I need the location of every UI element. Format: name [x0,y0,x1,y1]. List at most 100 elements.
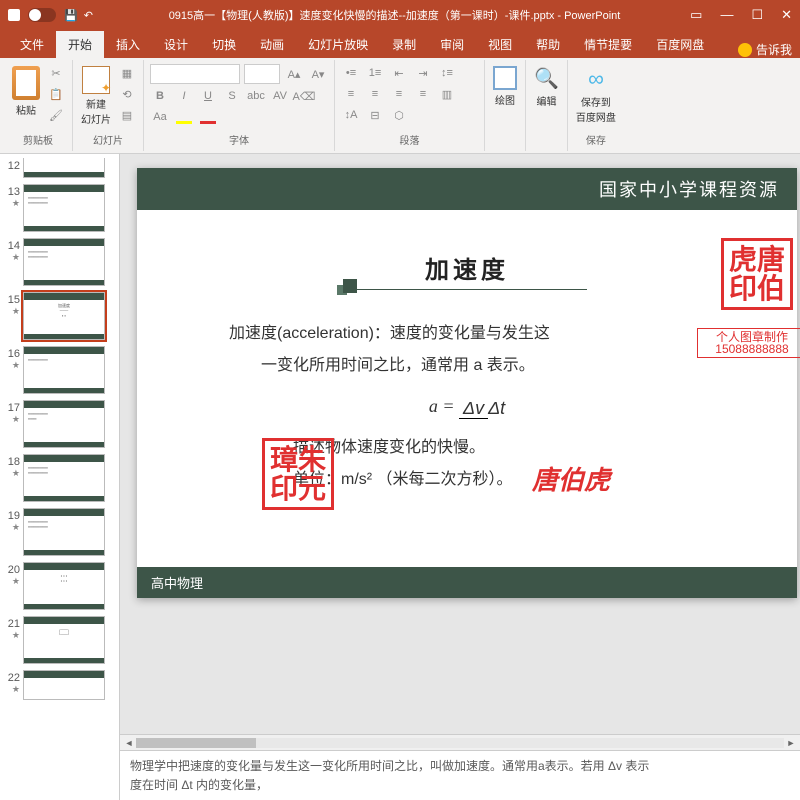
tell-me-label: 告诉我 [756,41,792,58]
tab-qingjie[interactable]: 情节提要 [572,31,644,58]
thumb-12[interactable] [23,158,105,178]
thumb-18[interactable]: ══════════════ [23,454,105,502]
text-direction-button[interactable]: ↕A [341,106,361,124]
draw-icon [493,66,517,90]
tab-insert[interactable]: 插入 [104,31,152,58]
spacing-button[interactable]: AV [270,87,290,105]
clear-format-button[interactable]: A⌫ [294,87,314,105]
main-area: 12 13★══════════════ 14★══════════════ 1… [0,154,800,800]
scroll-right-icon[interactable]: ► [784,738,798,748]
smartart-button[interactable]: ⬡ [389,106,409,124]
highlight-button[interactable] [174,108,194,126]
draw-button[interactable]: 绘图 [491,64,519,109]
shadow-button[interactable]: abc [246,87,266,105]
strike-button[interactable]: S [222,87,242,105]
align-right-button[interactable]: ≡ [389,85,409,103]
thumb-22[interactable] [23,670,105,700]
numbering-button[interactable]: 1≡ [365,64,385,82]
thumb-13[interactable]: ══════════════ [23,184,105,232]
section-button[interactable]: ▤ [117,106,137,124]
paste-button[interactable]: 粘贴 [10,64,42,119]
maximize-button[interactable]: ☐ [751,7,763,23]
align-left-button[interactable]: ≡ [341,85,361,103]
font-size-input[interactable] [244,64,280,84]
thumb-num-19: 19 [8,510,20,522]
align-text-button[interactable]: ⊟ [365,106,385,124]
columns-button[interactable]: ▥ [437,85,457,103]
edit-button[interactable]: 🔍 编辑 [532,64,561,110]
line-spacing-button[interactable]: ↕≡ [437,64,457,82]
quick-undo-icon[interactable]: ↶ [84,9,93,22]
thumb-num-12: 12 [8,160,20,172]
shrink-font-button[interactable]: A▾ [308,65,328,83]
layout-button[interactable]: ▦ [117,64,137,82]
thumb-14[interactable]: ══════════════ [23,238,105,286]
notes-pane[interactable]: 物理学中把速度的变化量与发生这一变化所用时间之比，叫做加速度。通常用a表示。若用… [120,750,800,800]
stamp-1: 虎唐印伯 [721,238,793,310]
slide-header: 国家中小学课程资源 [137,168,797,210]
slide-footer: 高中物理 [137,567,797,598]
case-button[interactable]: Aa [150,108,170,126]
thumb-15[interactable]: 加速度───▪ ▪ [23,292,105,340]
justify-button[interactable]: ≡ [413,85,433,103]
tab-transitions[interactable]: 切换 [200,31,248,58]
tab-file[interactable]: 文件 [8,31,56,58]
tab-slideshow[interactable]: 幻灯片放映 [296,31,380,58]
tab-view[interactable]: 视图 [476,31,524,58]
thumb-17[interactable]: ══════════ [23,400,105,448]
body-line1: 加速度(acceleration)：速度的变化量与发生这 [197,318,737,350]
tell-me[interactable]: 告诉我 [738,41,792,58]
slide-canvas[interactable]: 国家中小学课程资源 加速度 加速度(acceleration)：速度的变化量与发… [137,168,797,598]
tab-record[interactable]: 录制 [380,31,428,58]
minimize-button[interactable]: — [720,7,733,23]
ribbon-display-icon[interactable]: ▭ [690,7,702,23]
cloud-icon: ∞ [588,66,604,92]
indent-dec-button[interactable]: ⇤ [389,64,409,82]
ribbon-tabs: 文件 开始 插入 设计 切换 动画 幻灯片放映 录制 审阅 视图 帮助 情节提要… [0,30,800,58]
tab-help[interactable]: 帮助 [524,31,572,58]
ribbon: 粘贴 ✂ 📋 🖌 剪贴板 新建 幻灯片 ▦ ⟲ ▤ 幻灯片 [0,58,800,154]
quick-save-icon[interactable]: 💾 [64,9,78,22]
close-button[interactable]: ✕ [781,7,792,23]
cut-button[interactable]: ✂ [46,64,66,82]
formula: a = ΔvΔt [197,388,737,426]
autosave-toggle[interactable] [28,8,56,22]
tab-home[interactable]: 开始 [56,31,104,58]
bold-button[interactable]: B [150,87,170,105]
font-family-input[interactable] [150,64,240,84]
reset-button[interactable]: ⟲ [117,85,137,103]
thumb-16[interactable]: ═══════ [23,346,105,394]
slide-title: 加速度 [137,250,797,285]
newslide-label: 新建 幻灯片 [81,96,111,126]
tab-design[interactable]: 设计 [152,31,200,58]
scroll-track[interactable] [136,738,784,748]
group-paragraph: •≡ 1≡ ⇤ ⇥ ↕≡ ≡ ≡ ≡ ≡ ▥ ↕A ⊟ ⬡ 段落 [335,60,485,151]
new-slide-button[interactable]: 新建 幻灯片 [79,64,113,128]
group-slides: 新建 幻灯片 ▦ ⟲ ▤ 幻灯片 [73,60,144,151]
title-underline [347,289,587,290]
italic-button[interactable]: I [174,87,194,105]
tab-animations[interactable]: 动画 [248,31,296,58]
format-painter-button[interactable]: 🖌 [46,106,66,124]
thumb-21[interactable]: ┌──┐└──┘ [23,616,105,664]
align-center-button[interactable]: ≡ [365,85,385,103]
underline-button[interactable]: U [198,87,218,105]
tab-review[interactable]: 审阅 [428,31,476,58]
grow-font-button[interactable]: A▴ [284,65,304,83]
slides-label: 幻灯片 [79,130,137,147]
horizontal-scrollbar[interactable]: ◄ ► [120,734,800,750]
scroll-thumb[interactable] [136,738,256,748]
save-cloud-button[interactable]: ∞ 保存到 百度网盘 [574,64,618,126]
group-drawing: 绘图 [485,60,526,151]
edit-label: 编辑 [536,93,556,108]
indent-inc-button[interactable]: ⇥ [413,64,433,82]
body-line2: 一变化所用时间之比，通常用 a 表示。 [197,350,737,382]
copy-button[interactable]: 📋 [46,85,66,103]
thumbnail-panel[interactable]: 12 13★══════════════ 14★══════════════ 1… [0,154,120,800]
font-color-button[interactable] [198,108,218,126]
thumb-19[interactable]: ══════════════ [23,508,105,556]
scroll-left-icon[interactable]: ◄ [122,738,136,748]
bullets-button[interactable]: •≡ [341,64,361,82]
thumb-20[interactable]: • • •• • • [23,562,105,610]
tab-baidu[interactable]: 百度网盘 [644,31,716,58]
